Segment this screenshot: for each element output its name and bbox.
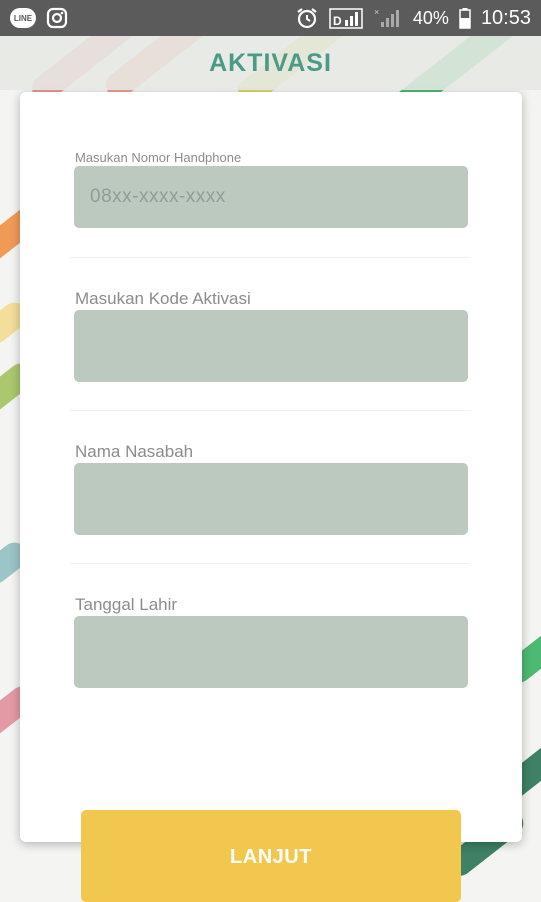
svg-text:×: × — [374, 7, 379, 17]
customer-name-input[interactable] — [74, 463, 468, 535]
divider — [70, 410, 470, 411]
app-header: AKTIVASI — [0, 36, 541, 90]
phone-input[interactable] — [74, 166, 468, 228]
signal-sim2-icon: × — [373, 6, 403, 30]
page-title: AKTIVASI — [209, 48, 332, 77]
battery-percent: 40% — [412, 7, 449, 28]
customer-name-label: Nama Nasabah — [75, 442, 194, 461]
signal-sim1-icon: D — [329, 6, 363, 30]
activation-form-card: Masukan Nomor Handphone Masukan Kode Akt… — [20, 92, 522, 842]
phone-label: Masukan Nomor Handphone — [75, 150, 242, 165]
activation-code-label: Masukan Kode Aktivasi — [75, 289, 251, 308]
divider — [70, 257, 470, 258]
clock-time: 10:53 — [480, 6, 531, 29]
status-right-icons: D × 40% 10:53 — [295, 6, 531, 30]
battery-icon — [459, 7, 471, 29]
instagram-icon — [46, 7, 68, 29]
birth-date-label: Tanggal Lahir — [75, 595, 178, 614]
status-left-icons: LINE — [10, 7, 68, 29]
status-bar: LINE D × 40% 10:53 — [0, 0, 541, 36]
line-app-icon: LINE — [10, 8, 36, 28]
birth-date-input[interactable] — [74, 616, 468, 688]
alarm-clock-icon — [295, 6, 319, 30]
divider — [70, 563, 470, 564]
submit-button[interactable]: LANJUT — [81, 810, 461, 902]
svg-text:D: D — [333, 14, 342, 28]
activation-code-input[interactable] — [74, 310, 468, 382]
